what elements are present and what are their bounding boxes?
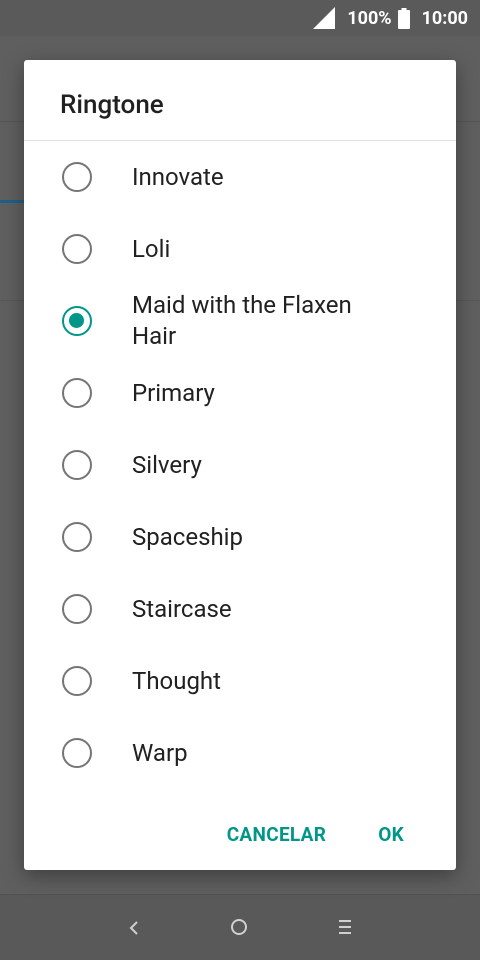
status-bar: 100% 10:00 bbox=[0, 0, 480, 36]
option-label: Loli bbox=[132, 234, 171, 263]
radio-icon[interactable] bbox=[62, 738, 92, 768]
radio-icon[interactable] bbox=[62, 234, 92, 264]
option-maid-with-the-flaxen-hair[interactable]: Maid with the Flaxen Hair bbox=[24, 285, 456, 357]
background-tab-indicator bbox=[0, 200, 24, 203]
back-icon[interactable] bbox=[124, 916, 144, 940]
option-staircase[interactable]: Staircase bbox=[24, 573, 456, 645]
home-icon[interactable] bbox=[231, 919, 247, 935]
option-loli[interactable]: Loli bbox=[24, 213, 456, 285]
dialog-buttons: CANCELAR OK bbox=[227, 823, 456, 846]
radio-icon[interactable] bbox=[62, 450, 92, 480]
navigation-bar bbox=[0, 894, 480, 960]
radio-icon[interactable] bbox=[62, 594, 92, 624]
option-label: Silvery bbox=[132, 450, 202, 479]
signal-icon bbox=[313, 7, 336, 29]
option-warp[interactable]: Warp bbox=[24, 717, 456, 789]
recents-icon[interactable] bbox=[338, 918, 352, 936]
option-label: Thought bbox=[132, 666, 222, 695]
option-thought[interactable]: Thought bbox=[24, 645, 456, 717]
option-innovate[interactable]: Innovate bbox=[24, 141, 456, 213]
ringtone-dialog: Ringtone Innovate Loli Maid with the Fla… bbox=[24, 60, 456, 870]
radio-icon[interactable] bbox=[62, 378, 92, 408]
option-silvery[interactable]: Silvery bbox=[24, 429, 456, 501]
option-label: Spaceship bbox=[132, 522, 243, 551]
ringtone-options-list: Innovate Loli Maid with the Flaxen Hair … bbox=[24, 141, 456, 789]
battery-percent: 100% bbox=[347, 7, 392, 29]
option-label: Warp bbox=[132, 738, 188, 767]
radio-icon[interactable] bbox=[62, 162, 92, 192]
cancel-button[interactable]: CANCELAR bbox=[227, 823, 327, 846]
nav-buttons bbox=[0, 894, 480, 960]
dialog-title: Ringtone bbox=[60, 90, 164, 120]
status-indicators: 100% 10:00 bbox=[313, 0, 468, 36]
option-label: Innovate bbox=[132, 162, 224, 191]
option-label: Staircase bbox=[132, 594, 232, 623]
radio-icon[interactable] bbox=[62, 306, 92, 336]
option-spaceship[interactable]: Spaceship bbox=[24, 501, 456, 573]
battery-icon bbox=[397, 7, 410, 29]
option-label: Primary bbox=[132, 378, 215, 407]
option-primary[interactable]: Primary bbox=[24, 357, 456, 429]
clock: 10:00 bbox=[421, 7, 468, 29]
ok-button[interactable]: OK bbox=[378, 823, 404, 846]
option-label: Maid with the Flaxen Hair bbox=[132, 291, 352, 350]
radio-icon[interactable] bbox=[62, 666, 92, 696]
radio-icon[interactable] bbox=[62, 522, 92, 552]
